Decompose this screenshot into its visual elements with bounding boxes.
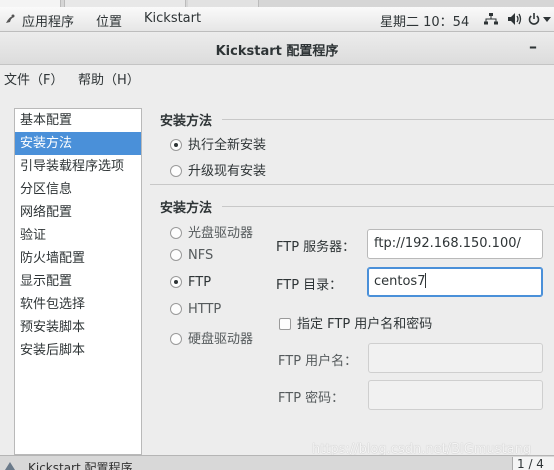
- sidebar-item-pre-install-script[interactable]: 预安装脚本: [15, 316, 141, 339]
- ftp-server-value: ftp://192.168.150.100/: [374, 236, 521, 251]
- sidebar-item-firewall-config[interactable]: 防火墙配置: [15, 247, 141, 270]
- sidebar-item-display-config[interactable]: 显示配置: [15, 270, 141, 293]
- section-divider: [150, 184, 554, 185]
- radio-nfs[interactable]: NFS: [170, 248, 213, 263]
- radio-checked-icon[interactable]: [170, 276, 182, 288]
- taskbar-window-button[interactable]: Kickstart 配置程序: [28, 459, 133, 470]
- section-divider: [222, 206, 554, 207]
- tab-remnant[interactable]: [188, 0, 259, 7]
- install-source-section-title: 安装方法: [160, 201, 213, 216]
- radio-unchecked-icon[interactable]: [170, 333, 182, 345]
- ftp-password-input[interactable]: [368, 380, 543, 410]
- ftp-dir-label: FTP 目录：: [276, 278, 343, 293]
- power-icon[interactable]: [528, 13, 540, 25]
- radio-nfs-label: NFS: [188, 248, 214, 263]
- system-menu-chevron-icon[interactable]: [543, 17, 551, 22]
- ftp-password-label: FTP 密码：: [278, 391, 345, 406]
- clock[interactable]: 星期二 10：54: [380, 11, 469, 30]
- menu-file[interactable]: 文件（F）: [4, 69, 63, 88]
- specify-ftp-user-label: 指定 FTP 用户名和密码: [297, 317, 433, 332]
- sidebar-item-post-install-script[interactable]: 安装后脚本: [15, 339, 141, 362]
- radio-upgrade-install-label: 升级现有安装: [188, 164, 267, 179]
- ftp-server-input[interactable]: ftp://192.168.150.100/: [367, 229, 543, 259]
- sidebar-item-install-method[interactable]: 安装方法: [15, 132, 141, 155]
- menubar: 文件（F） 帮助（H）: [0, 65, 554, 89]
- active-app-menu[interactable]: Kickstart: [144, 11, 201, 26]
- sidebar-item-bootloader-options[interactable]: 引导装载程序选项: [15, 155, 141, 178]
- radio-http[interactable]: HTTP: [170, 302, 221, 317]
- browser-tab-strip: [0, 0, 554, 7]
- sidebar-item-basic-config[interactable]: 基本配置: [15, 109, 141, 132]
- radio-http-label: HTTP: [188, 302, 222, 317]
- section-divider: [222, 119, 554, 120]
- radio-cdrom[interactable]: 光盘驱动器: [170, 222, 253, 241]
- specify-ftp-user-checkbox[interactable]: 指定 FTP 用户名和密码: [279, 313, 432, 332]
- window-title: Kickstart 配置程序: [215, 44, 339, 59]
- ftp-user-input[interactable]: [368, 343, 543, 373]
- ftp-user-label: FTP 用户名：: [278, 354, 358, 369]
- radio-unchecked-icon[interactable]: [170, 165, 182, 177]
- ftp-dir-value: centos7: [374, 274, 426, 289]
- install-type-section-title: 安装方法: [160, 114, 213, 129]
- desktop-top-bar: 应用程序 位置 Kickstart 星期二 10：54: [0, 7, 554, 32]
- radio-unchecked-icon[interactable]: [170, 227, 182, 239]
- radio-upgrade-install[interactable]: 升级现有安装: [170, 160, 266, 179]
- radio-cdrom-label: 光盘驱动器: [188, 226, 254, 241]
- ftp-server-label: FTP 服务器：: [276, 240, 356, 255]
- tab-remnant[interactable]: [0, 0, 61, 7]
- sidebar-item-network-config[interactable]: 网络配置: [15, 201, 141, 224]
- radio-hard-drive-label: 硬盘驱动器: [188, 332, 254, 347]
- text-cursor: [425, 273, 427, 288]
- checkbox-unchecked-icon[interactable]: [279, 318, 291, 330]
- sidebar-item-partition-info[interactable]: 分区信息: [15, 178, 141, 201]
- window-titlebar[interactable]: Kickstart 配置程序 –: [0, 32, 554, 65]
- radio-ftp-label: FTP: [188, 275, 212, 290]
- minimize-button[interactable]: –: [522, 36, 544, 58]
- radio-unchecked-icon[interactable]: [170, 249, 182, 261]
- sidebar-item-authentication[interactable]: 验证: [15, 224, 141, 247]
- workspace-pager[interactable]: 1 / 4: [512, 457, 554, 470]
- taskbar: Kickstart 配置程序 1 / 4: [0, 455, 554, 470]
- radio-new-install[interactable]: 执行全新安装: [170, 134, 266, 153]
- menu-help[interactable]: 帮助（H）: [78, 69, 140, 88]
- sidebar-item-package-selection[interactable]: 软件包选择: [15, 293, 141, 316]
- radio-hard-drive[interactable]: 硬盘驱动器: [170, 328, 253, 347]
- tab-remnant[interactable]: [64, 0, 186, 7]
- ftp-dir-input[interactable]: centos7: [367, 267, 543, 297]
- network-icon[interactable]: [484, 13, 498, 25]
- radio-ftp[interactable]: FTP: [170, 275, 211, 290]
- sidebar-category-list: 基本配置 安装方法 引导装载程序选项 分区信息 网络配置 验证 防火墙配置 显示…: [14, 108, 142, 455]
- radio-unchecked-icon[interactable]: [170, 303, 182, 315]
- applications-menu[interactable]: 应用程序: [22, 11, 74, 30]
- applications-icon[interactable]: [4, 13, 16, 25]
- radio-new-install-label: 执行全新安装: [188, 138, 267, 153]
- volume-icon[interactable]: [508, 13, 522, 25]
- places-menu[interactable]: 位置: [96, 11, 122, 30]
- radio-checked-icon[interactable]: [170, 139, 182, 151]
